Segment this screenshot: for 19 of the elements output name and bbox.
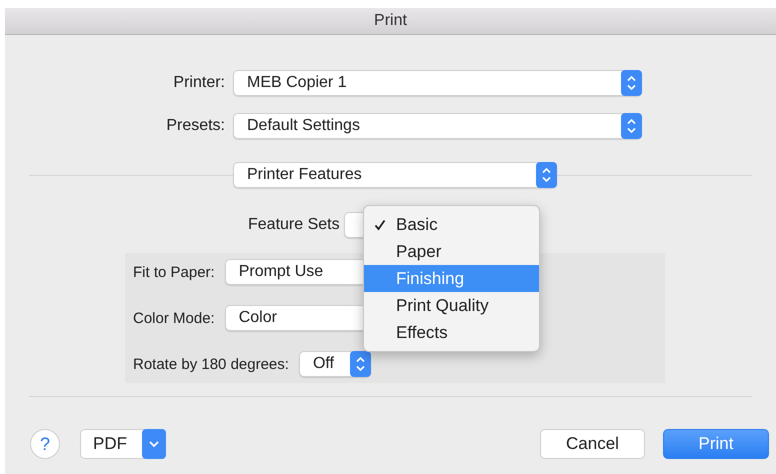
field-label: Presets: — [165, 117, 225, 135]
popup-menu[interactable]: Printer Features — [233, 162, 557, 188]
menu-item[interactable]: Basic — [364, 211, 539, 238]
chevron-down-icon — [142, 429, 166, 459]
window-title: Print — [374, 12, 407, 30]
option-label: Fit to Paper: — [133, 264, 215, 280]
field-label: Printer: — [172, 74, 225, 92]
stepper-icon — [536, 162, 557, 188]
stepper-icon — [621, 70, 642, 96]
option-label: Rotate by 180 degrees: — [133, 356, 289, 372]
cancel-button[interactable]: Cancel — [540, 429, 645, 459]
stepper-icon — [621, 113, 642, 139]
option-label: Color Mode: — [133, 310, 215, 326]
help-button[interactable]: ? — [30, 429, 60, 459]
feature-sets-label: Feature Sets — [248, 216, 340, 234]
popup-menu[interactable]: Off — [298, 351, 371, 377]
pdf-button[interactable]: PDF — [80, 429, 166, 459]
popup-menu[interactable]: MEB Copier 1 — [233, 70, 642, 96]
popup-menu[interactable]: Default Settings — [233, 113, 642, 139]
